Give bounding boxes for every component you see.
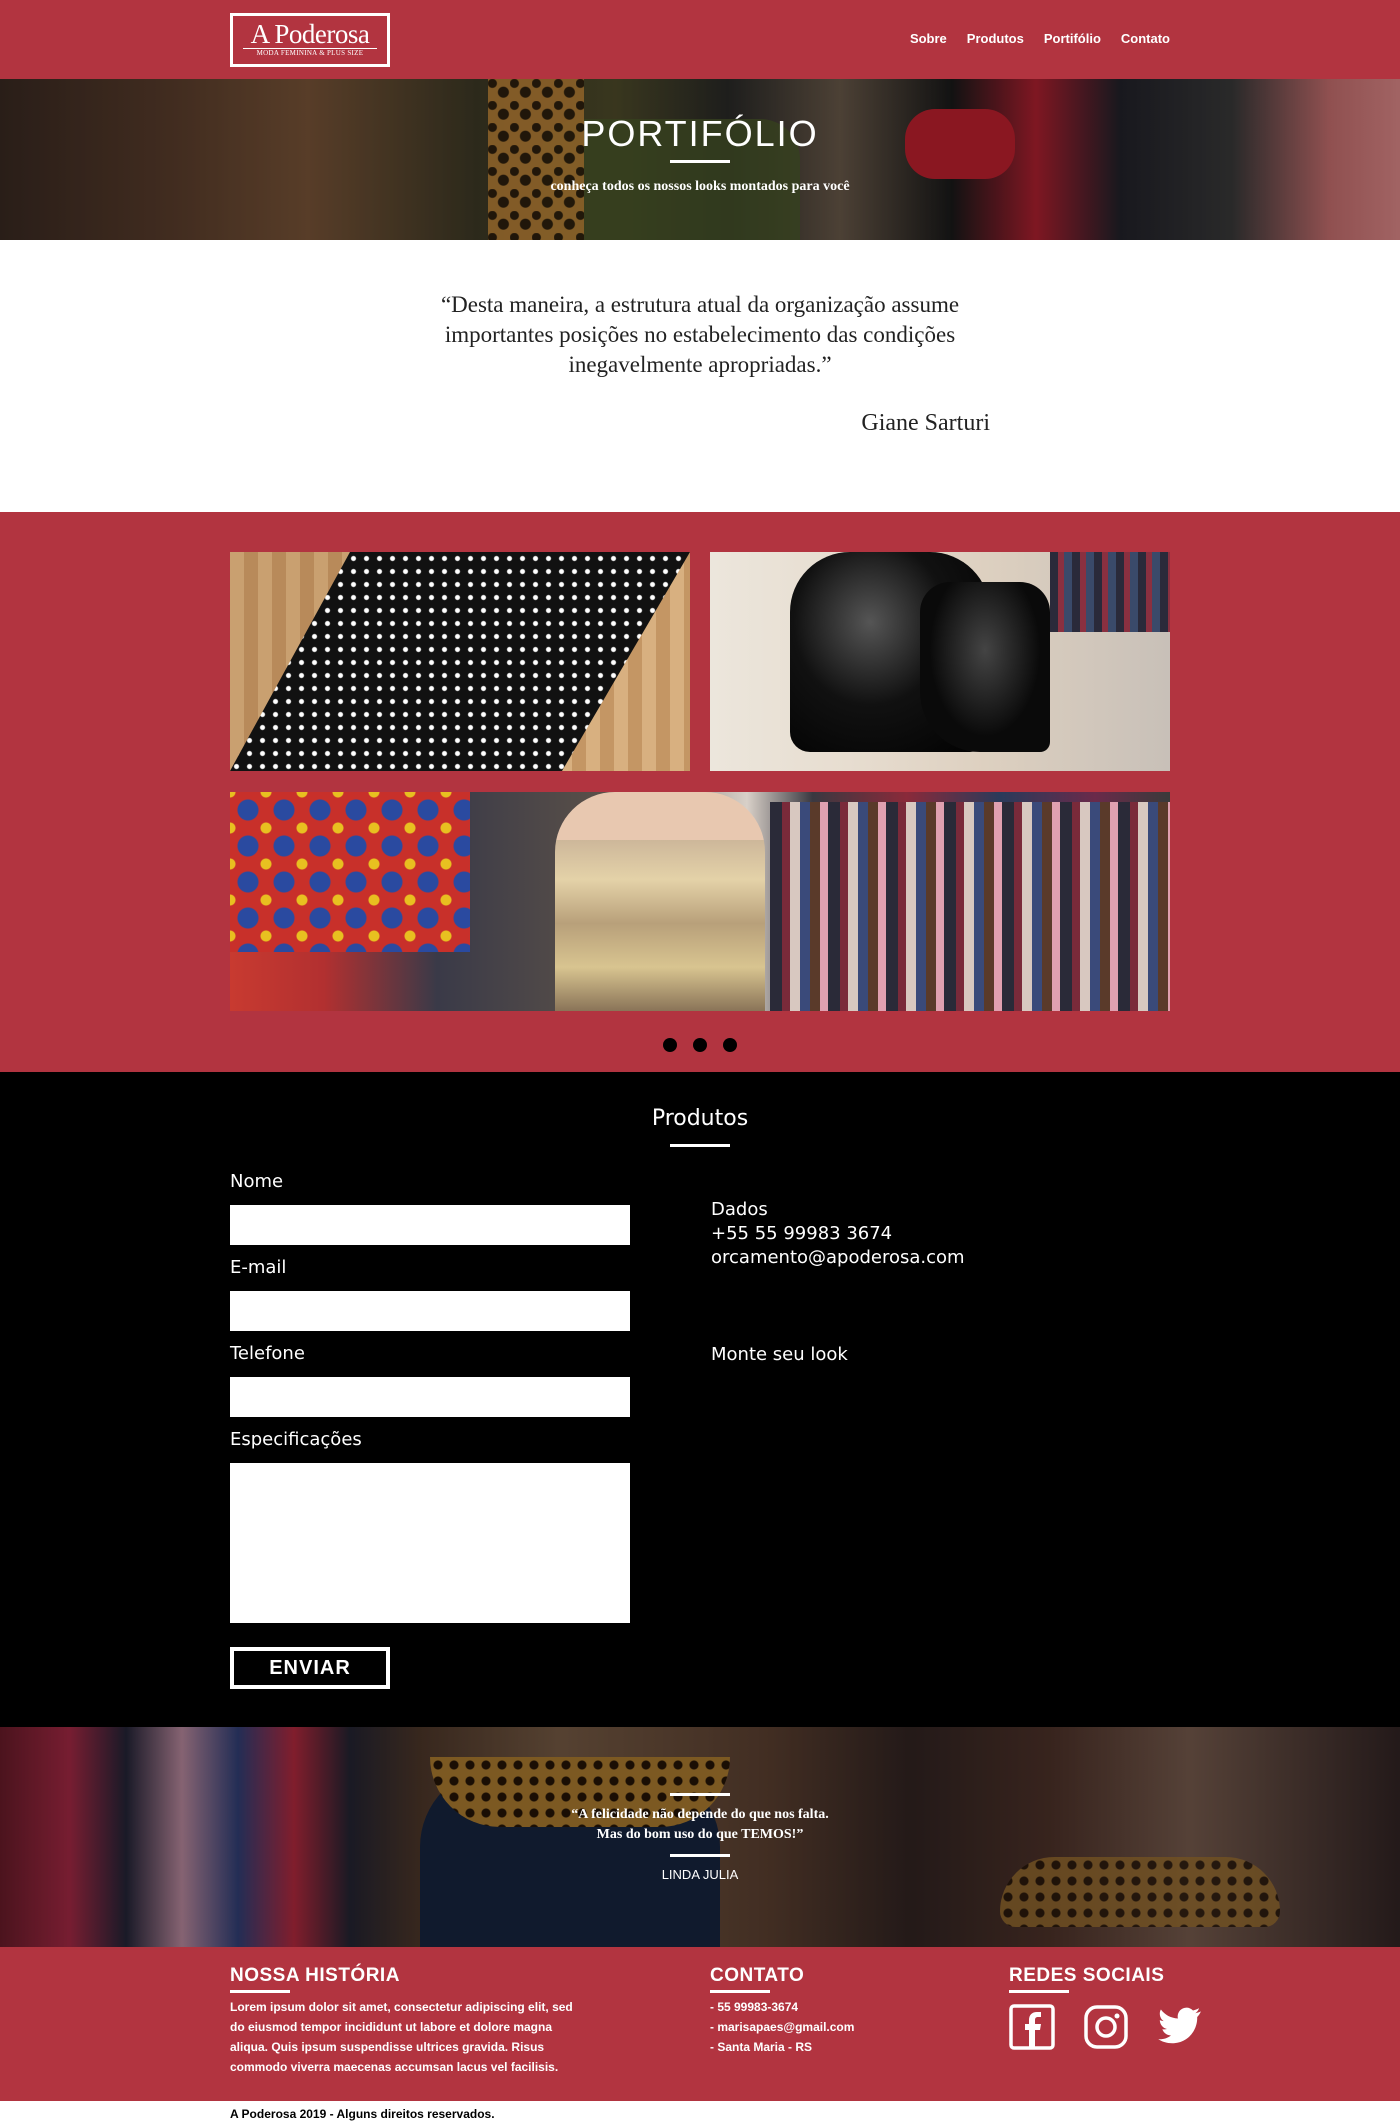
contact-email[interactable]: - marisapaes@gmail.com xyxy=(710,2017,854,2037)
twitter-icon[interactable] xyxy=(1157,2004,1203,2050)
band-quote-author: LINDA JULIA xyxy=(661,1867,739,1882)
quote-band: “A felicidade não depende do que nos fal… xyxy=(0,1727,1400,1947)
nav-link-portifolio[interactable]: Portifólio xyxy=(1044,31,1101,46)
dados-title: Dados xyxy=(711,1199,768,1220)
nav-link-sobre[interactable]: Sobre xyxy=(910,31,947,46)
page-title: PORTIFÓLIO xyxy=(581,113,819,154)
testimonial-quote: “Desta maneira, a estrutura atual da org… xyxy=(440,292,960,377)
contact-title: CONTATO xyxy=(710,1965,805,1986)
nav-link-contato[interactable]: Contato xyxy=(1121,31,1170,46)
page-subtitle: conheça todos os nossos looks montados p… xyxy=(550,179,850,194)
history-underline xyxy=(230,1990,290,1993)
history-text: Lorem ipsum dolor sit amet, consectetur … xyxy=(230,1997,573,2077)
gallery-image-polka-dot-blouse[interactable] xyxy=(230,552,690,771)
band-quote-line-1: “A felicidade não depende do que nos fal… xyxy=(571,1807,829,1822)
build-look-label: Monte seu look xyxy=(711,1344,848,1365)
band-quote: “A felicidade não depende do que nos fal… xyxy=(0,1805,1400,1845)
phone-field[interactable] xyxy=(230,1377,630,1417)
portfolio-gallery xyxy=(0,512,1400,1072)
site-footer: NOSSA HISTÓRIA Lorem ipsum dolor sit ame… xyxy=(0,1947,1400,2101)
gallery-image-sequin-top[interactable] xyxy=(230,792,1170,1011)
quote-line-bottom xyxy=(670,1854,730,1857)
logo[interactable]: A Poderosa MODA FEMININA & PLUS SIZE xyxy=(230,13,390,67)
testimonial-author: Giane Sarturi xyxy=(861,410,990,436)
contact-location: - Santa Maria - RS xyxy=(710,2040,813,2054)
contact-phone: - 55 99983-3674 xyxy=(710,2000,799,2014)
contact-text: - 55 99983-3674 - marisapaes@gmail.com -… xyxy=(710,1997,854,2057)
phone-label: Telefone xyxy=(230,1343,305,1364)
logo-subtitle: MODA FEMININA & PLUS SIZE xyxy=(243,48,377,57)
send-button[interactable]: ENVIAR xyxy=(230,1647,390,1689)
products-form-section: Produtos Nome E-mail Telefone Especifica… xyxy=(0,1072,1400,1727)
logo-title: A Poderosa xyxy=(250,19,370,49)
title-underline xyxy=(670,1144,730,1147)
history-line: do eiusmod tempor incididunt ut labore e… xyxy=(230,2020,553,2034)
name-field[interactable] xyxy=(230,1205,630,1245)
mannequin xyxy=(555,792,765,1011)
history-title: NOSSA HISTÓRIA xyxy=(230,1965,400,1986)
email-field[interactable] xyxy=(230,1291,630,1331)
quote-line-top xyxy=(670,1793,730,1796)
dados-phone: +55 55 99983 3674 xyxy=(711,1223,893,1244)
history-line: commodo viverra maecenas accumsan lacus … xyxy=(230,2060,559,2074)
specs-field[interactable] xyxy=(230,1463,630,1623)
section-title: Produtos xyxy=(651,1106,749,1131)
carousel-dots xyxy=(0,1038,1400,1057)
history-line: aliqua. Quis ipsum suspendisse ultrices … xyxy=(230,2040,545,2054)
history-line: Lorem ipsum dolor sit amet, consectetur … xyxy=(230,2000,573,2014)
social-underline xyxy=(1009,1990,1069,1993)
title-underline xyxy=(670,160,730,163)
contact-underline xyxy=(710,1990,770,1993)
dados-email[interactable]: orcamento@apoderosa.com xyxy=(711,1246,965,1270)
nav-link-produtos[interactable]: Produtos xyxy=(967,31,1024,46)
email-label: E-mail xyxy=(230,1257,287,1278)
copyright-text: A Poderosa 2019 - Alguns direitos reserv… xyxy=(230,2107,495,2121)
main-nav: Sobre Produtos Portifólio Contato xyxy=(910,31,1170,46)
carousel-dot-1[interactable] xyxy=(663,1038,677,1052)
facebook-icon[interactable] xyxy=(1009,2004,1055,2050)
carousel-dot-3[interactable] xyxy=(723,1038,737,1052)
boot xyxy=(920,582,1050,752)
clothes-rack xyxy=(770,802,1170,1011)
instagram-icon[interactable] xyxy=(1083,2004,1129,2050)
contact-data: Dados +55 55 99983 3674 orcamento@apoder… xyxy=(711,1198,965,1270)
copyright-bar: A Poderosa 2019 - Alguns direitos reserv… xyxy=(0,2101,1400,2128)
clothes-rack xyxy=(1050,552,1170,632)
social-title: REDES SOCIAIS xyxy=(1009,1965,1165,1986)
site-header: A Poderosa MODA FEMININA & PLUS SIZE Sob… xyxy=(0,0,1400,79)
specs-label: Especificações xyxy=(230,1429,362,1450)
floral-wall xyxy=(230,792,470,952)
name-label: Nome xyxy=(230,1171,284,1192)
band-quote-line-2: Mas do bom uso do que TEMOS!” xyxy=(596,1827,804,1842)
gallery-image-bag-and-boot[interactable] xyxy=(710,552,1170,771)
carousel-dot-2[interactable] xyxy=(693,1038,707,1052)
